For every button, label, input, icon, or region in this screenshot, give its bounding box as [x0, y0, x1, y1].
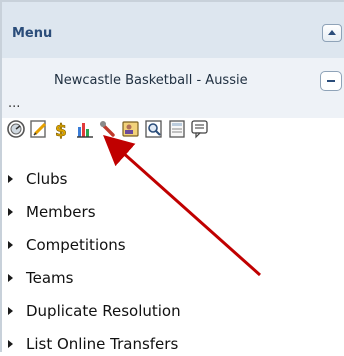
expand-arrow-icon — [8, 241, 13, 249]
collapse-menu-button[interactable] — [322, 24, 342, 42]
calculator-icon[interactable] — [167, 119, 187, 139]
search-icon[interactable] — [144, 119, 164, 139]
collapse-organisation-button[interactable] — [320, 71, 342, 91]
nav-item-label: Duplicate Resolution — [26, 302, 181, 320]
organisation-header: Newcastle Basketball - Aussie ... — [2, 58, 344, 118]
nav-item-label: Teams — [26, 269, 74, 287]
dashboard-icon[interactable] — [6, 119, 26, 139]
nav-item-clubs[interactable]: Clubs — [2, 169, 344, 191]
nav-item-list-online-transfers[interactable]: List Online Transfers — [2, 334, 344, 356]
svg-text:$: $ — [55, 121, 67, 139]
quick-toolbar: $ — [4, 119, 344, 141]
menu-title: Menu — [12, 26, 53, 41]
expand-arrow-icon — [8, 340, 13, 348]
messages-icon[interactable] — [190, 119, 210, 139]
expand-arrow-icon — [8, 274, 13, 282]
nav-item-label: Members — [26, 203, 96, 221]
money-icon[interactable]: $ — [52, 119, 72, 139]
expand-arrow-icon — [8, 307, 13, 315]
nav-item-duplicate-resolution[interactable]: Duplicate Resolution — [2, 301, 344, 323]
minus-icon — [327, 80, 335, 82]
nav-item-teams[interactable]: Teams — [2, 268, 344, 290]
expand-arrow-icon — [8, 208, 13, 216]
nav-item-label: Clubs — [26, 170, 68, 188]
nav-item-members[interactable]: Members — [2, 202, 344, 224]
edit-icon[interactable] — [29, 119, 49, 139]
menu-header: Menu — [2, 2, 344, 59]
menu-panel: Menu Newcastle Basketball - Aussie ... $… — [0, 0, 344, 353]
organisation-name: Newcastle Basketball - Aussie — [54, 73, 248, 88]
user-card-icon[interactable] — [121, 119, 141, 139]
organisation-more[interactable]: ... — [8, 96, 20, 111]
nav-item-label: Competitions — [26, 236, 126, 254]
nav-item-label: List Online Transfers — [26, 335, 179, 353]
chevron-up-icon — [328, 30, 336, 35]
nav-item-competitions[interactable]: Competitions — [2, 235, 344, 257]
expand-arrow-icon — [8, 175, 13, 183]
reports-icon[interactable] — [75, 119, 95, 139]
tools-icon[interactable] — [98, 119, 118, 139]
